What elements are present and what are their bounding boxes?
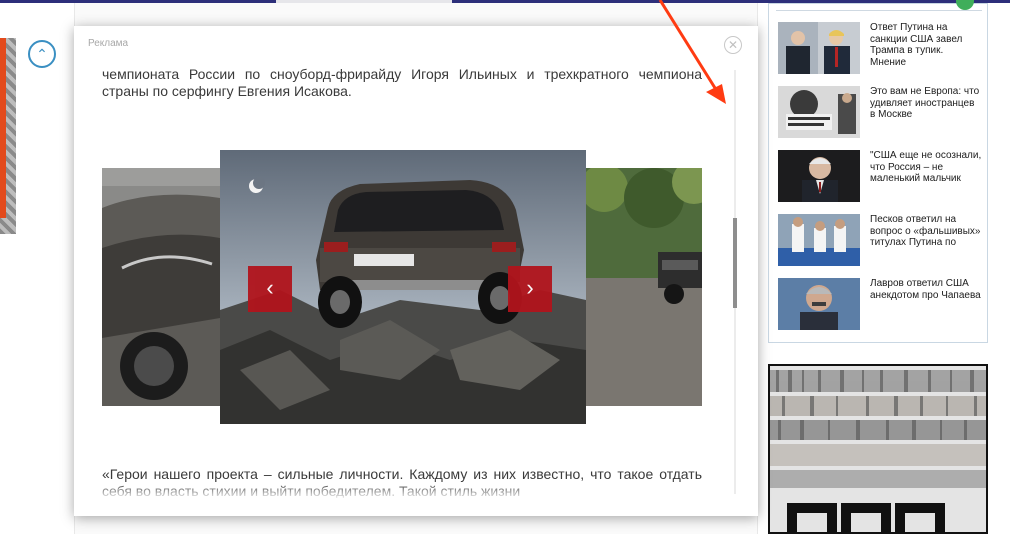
carousel-prev-button[interactable]: ‹ [248,266,292,312]
carousel-next-slide[interactable] [584,168,702,406]
bookshelf-ad-banner[interactable] [768,364,988,534]
news-thumbnail[interactable] [778,22,860,74]
news-item[interactable]: Ответ Путина на санкции США завел Трампа… [778,22,984,86]
news-thumbnail[interactable] [778,86,860,138]
news-list: Ответ Путина на санкции США завел Трампа… [778,22,984,342]
news-title[interactable]: Песков ответил на вопрос о «фальшивых» т… [870,214,982,278]
news-title[interactable]: Это вам не Европа: что удивляет иностран… [870,86,982,150]
news-item[interactable]: Песков ответил на вопрос о «фальшивых» т… [778,214,984,278]
image-carousel: ‹ › [102,150,702,424]
news-sidebar-divider [776,10,982,11]
left-promo-accent [0,38,6,218]
news-item[interactable]: "США еще не осознали, что Россия – не ма… [778,150,984,214]
news-item[interactable]: Это вам не Европа: что удивляет иностран… [778,86,984,150]
chevron-up-icon: ⌃ [36,46,48,62]
chevron-left-icon: ‹ [266,275,274,300]
scroll-up-button[interactable]: ⌃ [28,40,56,68]
ad-label: Реклама [88,38,129,49]
ad-modal: Реклама ✕ чемпионата России по сноуборд-… [74,26,758,516]
carousel-prev-slide[interactable] [102,168,220,406]
news-title[interactable]: Лавров ответил США анекдотом про Чапаева [870,278,982,342]
text-fade-overlay [102,482,702,500]
news-item[interactable]: Лавров ответил США анекдотом про Чапаева [778,278,984,342]
modal-close-button[interactable]: ✕ [724,36,742,54]
news-title[interactable]: Ответ Путина на санкции США завел Трампа… [870,22,982,86]
chevron-right-icon: › [526,275,534,300]
carousel-next-button[interactable]: › [508,266,552,312]
news-title[interactable]: "США еще не осознали, что Россия – не ма… [870,150,982,214]
news-thumbnail[interactable] [778,150,860,202]
news-thumbnail[interactable] [778,278,860,330]
news-thumbnail[interactable] [778,214,860,266]
close-icon: ✕ [727,38,739,52]
modal-scrollbar-thumb[interactable] [733,218,737,308]
page: ⌃ Ответ Путина на санкции США завел Трам… [0,0,1010,534]
article-paragraph-top: чемпионата России по сноуборд-фрирайду И… [102,66,702,99]
